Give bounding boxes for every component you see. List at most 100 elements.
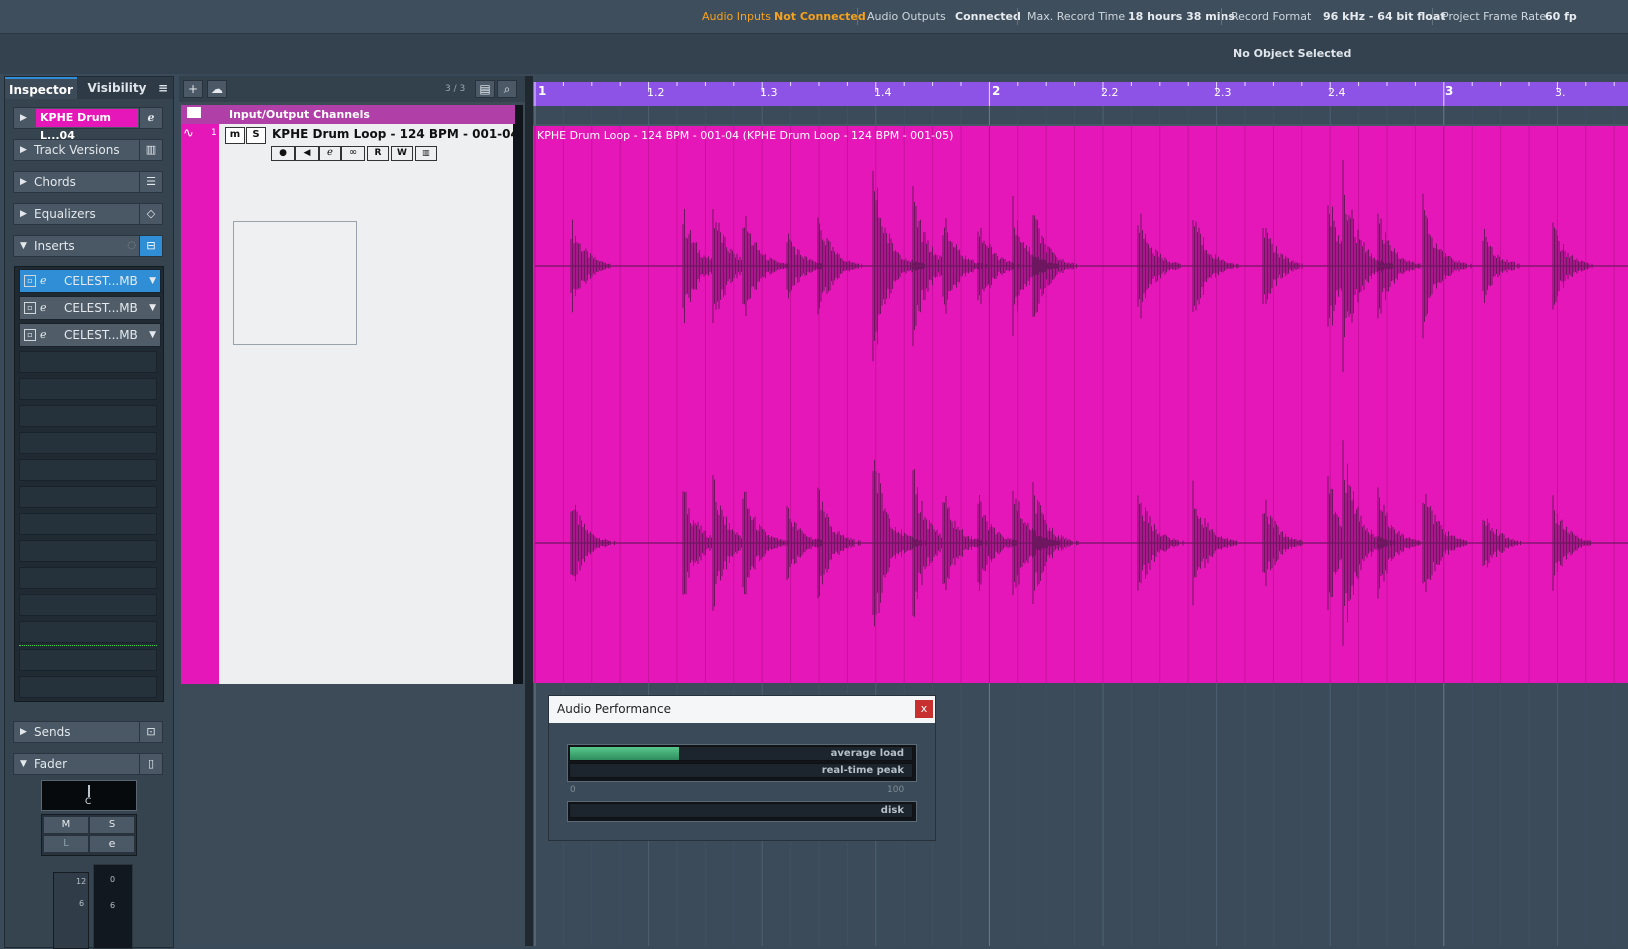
section-fader[interactable]: ▼ Fader ▯ xyxy=(13,753,163,775)
audio-event[interactable]: KPHE Drum Loop - 124 BPM - 001-04 (KPHE … xyxy=(533,126,1628,683)
section-equalizers[interactable]: ▶ Equalizers ◇ xyxy=(13,203,163,225)
average-load-label: average load xyxy=(830,748,904,759)
expand-icon: ▶ xyxy=(20,177,27,187)
inspector-track-name[interactable]: KPHE Drum L...04 xyxy=(36,109,138,142)
empty-insert-slot[interactable] xyxy=(19,351,157,373)
folder-icon xyxy=(187,107,201,118)
power-icon[interactable]: ▫ xyxy=(24,329,36,341)
audio-performance-titlebar[interactable]: Audio Performance x xyxy=(549,696,935,723)
edit-channel-icon[interactable]: ℯ xyxy=(139,108,162,128)
audio-outputs-label[interactable]: Audio Outputs xyxy=(867,10,946,23)
empty-insert-slot[interactable] xyxy=(19,378,157,400)
empty-insert-slot[interactable] xyxy=(19,405,157,427)
section-track-versions[interactable]: ▶ Track Versions ▥ xyxy=(13,139,163,161)
waveform-icon: ∿ xyxy=(183,126,194,141)
status-bar: Audio Inputs Not Connected Audio Outputs… xyxy=(0,0,1628,34)
section-inserts[interactable]: ▼ Inserts ◌ ⊟ xyxy=(13,235,163,257)
empty-insert-slot[interactable] xyxy=(19,567,157,589)
beat-label: 1.4 xyxy=(874,86,892,99)
cloud-icon[interactable]: ☁ xyxy=(207,80,227,98)
insert-name: CELEST...MB xyxy=(64,301,138,315)
power-icon[interactable]: ▫ xyxy=(24,275,36,287)
beat-label: 2.2 xyxy=(1101,86,1119,99)
beat-label: 3. xyxy=(1555,86,1566,99)
section-label: Inserts xyxy=(34,239,75,253)
insert-slot-1[interactable]: ▫ ℯ CELEST...MB ▼ xyxy=(19,269,161,293)
waveform xyxy=(534,126,1628,683)
inserts-rack-icon[interactable]: ⊟ xyxy=(139,236,162,256)
edit-icon[interactable]: ℯ xyxy=(40,270,47,292)
add-track-icon[interactable]: + xyxy=(183,80,203,98)
chevron-down-icon[interactable]: ▼ xyxy=(149,270,156,292)
max-record-label[interactable]: Max. Record Time xyxy=(1027,10,1125,23)
section-chords[interactable]: ▶ Chords ☰ xyxy=(13,171,163,193)
track-picture-placeholder[interactable] xyxy=(233,221,357,345)
insert-slot-2[interactable]: ▫ ℯ CELEST...MB ▼ xyxy=(19,296,161,320)
empty-insert-slot[interactable] xyxy=(19,432,157,454)
track-name[interactable]: KPHE Drum Loop - 124 BPM - 001-04 xyxy=(272,127,519,141)
edit-channel-icon[interactable]: ℯ xyxy=(319,146,341,161)
track-list-view-icon[interactable]: ▤ xyxy=(475,80,495,98)
tab-visibility[interactable]: Visibility xyxy=(81,77,153,99)
audio-inputs-label[interactable]: Audio Inputs xyxy=(702,10,771,23)
chevron-down-icon[interactable]: ▼ xyxy=(149,324,156,346)
menu-icon[interactable]: ≡ xyxy=(153,77,173,99)
versions-icon: ▥ xyxy=(139,140,162,160)
link-icon[interactable]: ∞ xyxy=(341,146,365,161)
info-line-text: No Object Selected xyxy=(1233,47,1352,60)
edit-channel-button[interactable]: e xyxy=(90,836,134,852)
empty-insert-slot[interactable] xyxy=(19,540,157,562)
empty-insert-slot[interactable] xyxy=(19,459,157,481)
frame-rate-value[interactable]: 60 fp xyxy=(1545,10,1577,23)
beat-label: 1.2 xyxy=(647,86,665,99)
empty-insert-slot[interactable] xyxy=(19,621,157,643)
chevron-down-icon[interactable]: ▼ xyxy=(149,297,156,319)
insert-slot-3[interactable]: ▫ ℯ CELEST...MB ▼ xyxy=(19,323,161,347)
empty-insert-slot[interactable] xyxy=(19,513,157,535)
volume-fader[interactable]: 12 6 xyxy=(53,872,89,949)
bar-label: 3 xyxy=(1445,84,1454,98)
audio-outputs-value[interactable]: Connected xyxy=(955,10,1021,23)
mute-button[interactable]: m xyxy=(225,127,245,144)
read-automation-button[interactable]: R xyxy=(367,146,389,161)
max-record-value[interactable]: 18 hours 38 mins xyxy=(1128,10,1235,23)
power-icon[interactable]: ▫ xyxy=(24,302,36,314)
edit-icon[interactable]: ℯ xyxy=(40,324,47,346)
empty-insert-slot[interactable] xyxy=(19,676,157,698)
splitter[interactable] xyxy=(525,76,533,946)
meter-scale-label: 0 xyxy=(110,875,116,884)
level-meter: 0 6 xyxy=(93,864,133,949)
frame-rate-label[interactable]: Project Frame Rate xyxy=(1442,10,1546,23)
solo-button[interactable]: S xyxy=(246,127,266,144)
ruler[interactable]: 1 1.2 1.3 1.4 2 2.2 2.3 2.4 3 3. xyxy=(533,82,1628,106)
audio-inputs-value[interactable]: Not Connected xyxy=(774,10,866,23)
write-automation-button[interactable]: W xyxy=(391,146,413,161)
lanes-icon[interactable]: ▥ xyxy=(415,146,437,161)
info-line: No Object Selected xyxy=(0,34,1628,74)
monitor-icon[interactable]: ◀ xyxy=(295,146,319,161)
record-format-label[interactable]: Record Format xyxy=(1231,10,1311,23)
edit-icon[interactable]: ℯ xyxy=(40,297,47,319)
audio-track[interactable]: m S KPHE Drum Loop - 124 BPM - 001-04 ● … xyxy=(219,124,523,684)
window-title: Audio Performance xyxy=(557,702,671,716)
pan-control[interactable]: C xyxy=(41,780,137,811)
section-sends[interactable]: ▶ Sends ⊡ xyxy=(13,721,163,743)
audio-performance-window: Audio Performance x average load real-ti… xyxy=(548,695,936,841)
empty-insert-slot[interactable] xyxy=(19,649,157,671)
empty-insert-slot[interactable] xyxy=(19,486,157,508)
listen-button[interactable]: L xyxy=(44,836,88,852)
record-format-value[interactable]: 96 kHz - 64 bit float xyxy=(1323,10,1446,23)
solo-button[interactable]: S xyxy=(90,817,134,833)
tab-inspector[interactable]: Inspector xyxy=(5,77,77,99)
track-name-section[interactable]: ▶ KPHE Drum L...04 ℯ xyxy=(13,107,163,142)
record-enable-icon[interactable]: ● xyxy=(271,146,295,161)
bypass-icon[interactable]: ◌ xyxy=(127,236,136,256)
search-icon[interactable]: ⌕ xyxy=(497,80,517,98)
empty-insert-slot[interactable] xyxy=(19,594,157,616)
mute-button[interactable]: M xyxy=(44,817,88,833)
track-color-strip[interactable]: ∿ 1 xyxy=(181,124,219,684)
folder-track[interactable]: Input/Output Channels xyxy=(181,105,523,124)
close-button[interactable]: x xyxy=(915,700,933,718)
channel-buttons: M S L e xyxy=(41,814,137,856)
collapse-icon: ▼ xyxy=(20,759,27,769)
